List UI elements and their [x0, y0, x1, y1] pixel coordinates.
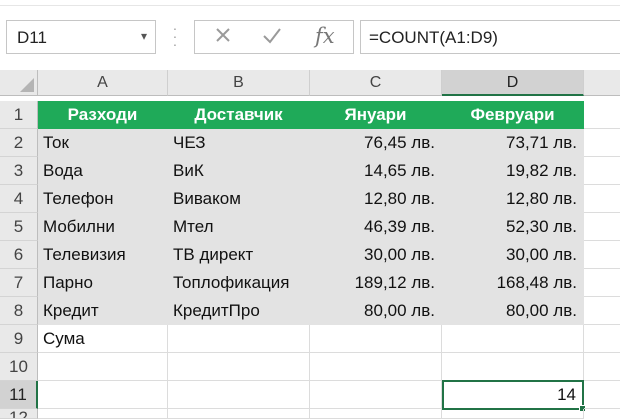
empty-cell[interactable]	[584, 241, 620, 269]
table-cell[interactable]: КредитПро	[168, 297, 310, 325]
table-cell[interactable]: Мтел	[168, 213, 310, 241]
empty-cell[interactable]	[442, 325, 584, 353]
row-header[interactable]: 6	[0, 241, 38, 269]
empty-cell[interactable]	[168, 325, 310, 353]
table-cell[interactable]: 76,45 лв.	[310, 129, 442, 157]
row-header[interactable]: 8	[0, 297, 38, 325]
table-cell[interactable]: 189,12 лв.	[310, 269, 442, 297]
empty-cell[interactable]	[584, 213, 620, 241]
table-cell[interactable]: 14,65 лв.	[310, 157, 442, 185]
table-cell[interactable]: 168,48 лв.	[442, 269, 584, 297]
empty-cell[interactable]	[168, 409, 310, 419]
table-cell[interactable]: Телевизия	[38, 241, 168, 269]
close-icon[interactable]	[213, 25, 233, 51]
empty-cell[interactable]	[310, 409, 442, 419]
row-header[interactable]: 1	[0, 101, 38, 129]
empty-cell[interactable]	[584, 129, 620, 157]
empty-cell[interactable]	[310, 381, 442, 409]
table-cell[interactable]: Топлофикация	[168, 269, 310, 297]
row-header[interactable]: 10	[0, 353, 38, 381]
ribbon-edge	[0, 0, 620, 6]
row-header[interactable]: 4	[0, 185, 38, 213]
row-header[interactable]: 5	[0, 213, 38, 241]
name-box-value: D11	[17, 28, 47, 47]
row-header[interactable]: 12	[0, 409, 38, 419]
sum-label-cell[interactable]: Сума	[38, 325, 168, 353]
table-cell[interactable]: 46,39 лв.	[310, 213, 442, 241]
row-header[interactable]: 11	[0, 381, 38, 409]
table-cell[interactable]: 30,00 лв.	[442, 241, 584, 269]
table-cell[interactable]: Вода	[38, 157, 168, 185]
column-header-e[interactable]	[584, 70, 620, 96]
empty-cell[interactable]	[310, 325, 442, 353]
empty-cell[interactable]	[38, 381, 168, 409]
column-header-a[interactable]: A	[38, 70, 168, 96]
formula-text: =COUNT(A1:D9)	[369, 28, 498, 47]
empty-cell[interactable]	[584, 297, 620, 325]
empty-cell[interactable]	[584, 185, 620, 213]
table-cell[interactable]: 30,00 лв.	[310, 241, 442, 269]
empty-cell[interactable]	[584, 325, 620, 353]
table-cell[interactable]: Мобилни	[38, 213, 168, 241]
formula-input[interactable]: =COUNT(A1:D9)	[360, 20, 620, 54]
empty-cell[interactable]	[168, 381, 310, 409]
empty-cell[interactable]	[584, 269, 620, 297]
table-header-cell[interactable]: Февруари	[442, 101, 584, 129]
formula-bar-area: D11 ▾ · · · fx =COUNT(A1:D9)	[0, 0, 620, 66]
table-cell[interactable]: 73,71 лв.	[442, 129, 584, 157]
row-header[interactable]: 3	[0, 157, 38, 185]
table-cell[interactable]: Кредит	[38, 297, 168, 325]
row-header[interactable]: 7	[0, 269, 38, 297]
drag-handle-icon[interactable]: · · ·	[172, 21, 178, 51]
table-cell[interactable]: Парно	[38, 269, 168, 297]
column-header-b[interactable]: B	[168, 70, 310, 96]
table-cell[interactable]: ЧЕЗ	[168, 129, 310, 157]
check-icon[interactable]	[261, 25, 283, 51]
table-cell[interactable]: ТВ директ	[168, 241, 310, 269]
table-cell[interactable]: Ток	[38, 129, 168, 157]
table-cell[interactable]: Телефон	[38, 185, 168, 213]
formula-buttons: fx	[194, 20, 354, 54]
table-cell[interactable]: 80,00 лв.	[442, 297, 584, 325]
empty-cell[interactable]	[584, 353, 620, 381]
active-cell[interactable]: 14	[442, 380, 584, 410]
table-cell[interactable]: 12,80 лв.	[310, 185, 442, 213]
select-all-corner[interactable]	[0, 70, 38, 96]
row-header[interactable]: 9	[0, 325, 38, 353]
row-header[interactable]: 2	[0, 129, 38, 157]
table-cell[interactable]: 12,80 лв.	[442, 185, 584, 213]
table-cell[interactable]: Виваком	[168, 185, 310, 213]
table-cell[interactable]: 52,30 лв.	[442, 213, 584, 241]
table-cell[interactable]: 19,82 лв.	[442, 157, 584, 185]
table-cell[interactable]: 80,00 лв.	[310, 297, 442, 325]
column-header-d[interactable]: D	[442, 70, 584, 96]
empty-cell[interactable]	[442, 409, 584, 419]
empty-cell[interactable]	[310, 353, 442, 381]
empty-cell[interactable]	[584, 101, 620, 129]
chevron-down-icon[interactable]: ▾	[141, 29, 147, 43]
table-header-cell[interactable]: Януари	[310, 101, 442, 129]
empty-cell[interactable]	[442, 353, 584, 381]
table-header-cell[interactable]: Разходи	[38, 101, 168, 129]
empty-cell[interactable]	[168, 353, 310, 381]
empty-cell[interactable]	[584, 381, 620, 409]
empty-cell[interactable]	[38, 409, 168, 419]
column-header-c[interactable]: C	[310, 70, 442, 96]
empty-cell[interactable]	[584, 157, 620, 185]
empty-cell[interactable]	[38, 353, 168, 381]
table-cell[interactable]: ВиК	[168, 157, 310, 185]
fx-icon[interactable]: fx	[315, 24, 335, 48]
name-box[interactable]: D11 ▾	[6, 20, 156, 54]
table-header-cell[interactable]: Доставчик	[168, 101, 310, 129]
